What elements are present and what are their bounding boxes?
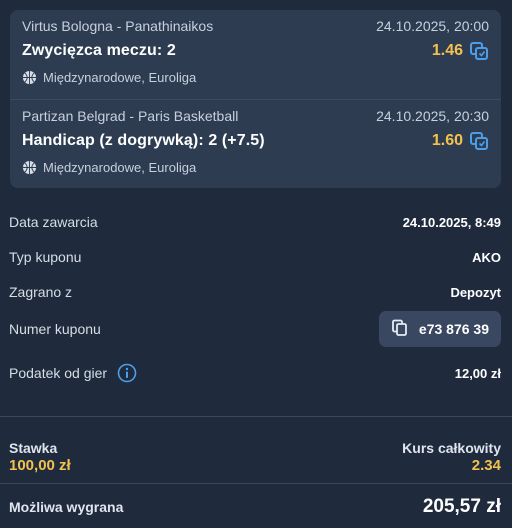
- basketball-icon: [22, 160, 37, 175]
- detail-coupon-row: Numer kuponu e73 876 39: [0, 311, 512, 347]
- total-odds-value: 2.34: [471, 457, 501, 474]
- detail-type-row: Typ kuponu AKO: [0, 247, 512, 267]
- detail-tax-row: Podatek od gier 12,00 zł: [0, 361, 512, 385]
- stake-block: Stawka 100,00 zł: [9, 440, 71, 474]
- coupon-number-button[interactable]: e73 876 39: [378, 311, 501, 347]
- type-label: Typ kuponu: [9, 249, 82, 265]
- divider: [0, 483, 512, 484]
- played-value: Depozyt: [450, 284, 501, 300]
- detail-played-row: Zagrano z Depozyt: [0, 282, 512, 302]
- bets-panel: Virtus Bologna - Panathinaikos 24.10.202…: [10, 10, 501, 188]
- bet-league: Międzynarodowe, Euroliga: [43, 160, 197, 175]
- info-icon[interactable]: [117, 363, 137, 383]
- coupon-label: Numer kuponu: [9, 321, 101, 337]
- copy-icon[interactable]: [469, 131, 489, 151]
- date-label: Data zawarcia: [9, 214, 98, 230]
- total-odds-block: Kurs całkowity 2.34: [402, 440, 501, 474]
- bet-item[interactable]: Virtus Bologna - Panathinaikos 24.10.202…: [10, 10, 501, 99]
- coupon-number: e73 876 39: [418, 321, 489, 337]
- detail-date-row: Data zawarcia 24.10.2025, 8:49: [0, 212, 512, 232]
- tax-value: 12,00 zł: [454, 365, 501, 381]
- total-odds-label: Kurs całkowity: [402, 440, 501, 456]
- bet-item[interactable]: Partizan Belgrad - Paris Basketball 24.1…: [10, 99, 501, 188]
- bet-match: Partizan Belgrad - Paris Basketball: [22, 108, 239, 124]
- bet-selection: Zwycięzca meczu: 2: [22, 42, 176, 59]
- win-label: Możliwa wygrana: [9, 499, 124, 515]
- tax-label: Podatek od gier: [9, 365, 108, 381]
- stake-label: Stawka: [9, 440, 58, 456]
- bet-league: Międzynarodowe, Euroliga: [43, 70, 197, 85]
- bet-odds: 1.60: [431, 132, 463, 149]
- divider: [0, 416, 512, 417]
- possible-win-row: Możliwa wygrana 205,57 zł: [0, 494, 512, 520]
- bet-match: Virtus Bologna - Panathinaikos: [22, 18, 214, 34]
- type-value: AKO: [472, 249, 501, 265]
- bet-odds: 1.46: [431, 42, 463, 59]
- copy-icon: [391, 319, 409, 340]
- played-label: Zagrano z: [9, 284, 73, 300]
- win-value: 205,57 zł: [422, 496, 501, 517]
- stake-value: 100,00 zł: [9, 457, 71, 474]
- bet-datetime: 24.10.2025, 20:00: [376, 18, 489, 34]
- copy-icon[interactable]: [469, 41, 489, 61]
- bet-datetime: 24.10.2025, 20:30: [376, 108, 489, 124]
- basketball-icon: [22, 70, 37, 85]
- bet-selection: Handicap (z dogrywką): 2 (+7.5): [22, 132, 265, 149]
- date-value: 24.10.2025, 8:49: [402, 214, 501, 230]
